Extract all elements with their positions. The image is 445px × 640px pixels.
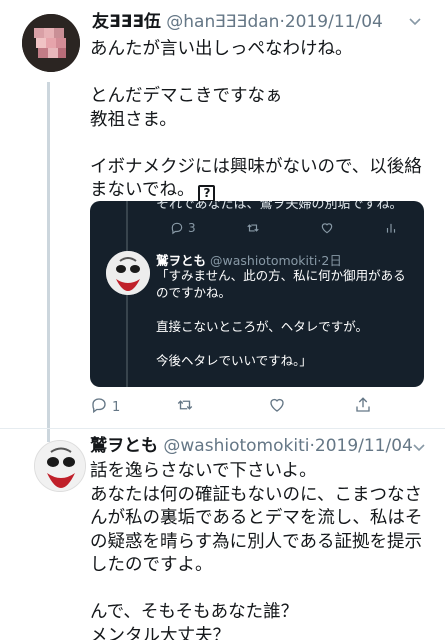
reply-icon: [90, 396, 108, 418]
share-button[interactable]: [354, 396, 372, 418]
timestamp[interactable]: 2019/11/04: [285, 12, 383, 32]
embed-retweet-icon: [246, 221, 260, 238]
tweet-action-bar: 1: [90, 396, 390, 420]
embed-cut-text: それであなたは、鷲ヲ夫婦の別垢ですね。: [156, 201, 403, 212]
unknown-emoji-glyph: ?: [198, 185, 216, 202]
tweet-header: 友ƎƎƎ伍 @hanƎƎƎdan·2019/11/04: [92, 12, 383, 32]
embed-text: 「すみません、此の方、私に何か御用があるのですかね。 直接こないところが、ヘタレ…: [156, 268, 406, 368]
tweet-text: あんたが言い出しっぺなわけね。 とんだデマこきですなぁ 教祖さま。 イボナメクジ…: [90, 39, 422, 202]
reply-count: 1: [112, 399, 121, 415]
embed-handle: @washiotomokiti: [210, 253, 318, 268]
handle[interactable]: @hanƎƎƎdan: [166, 12, 279, 32]
embed-analytics-icon: [384, 221, 398, 238]
display-name[interactable]: 鷲ヲとも: [90, 436, 158, 456]
heart-icon: [268, 396, 286, 418]
timestamp[interactable]: 2019/11/04: [315, 436, 413, 456]
embed-reply-icon: [170, 221, 184, 238]
embed-heart-icon: [320, 221, 334, 238]
share-icon: [354, 396, 372, 418]
embed-avatar: [106, 251, 150, 295]
avatar[interactable]: [22, 14, 80, 72]
tweet-header: 鷲ヲとも @washiotomokiti·2019/11/04: [90, 436, 413, 456]
thread-connector-line: [47, 82, 50, 442]
retweet-icon: [176, 396, 194, 418]
embed-reply-count: 3: [188, 221, 196, 235]
like-button[interactable]: [268, 396, 286, 418]
quoted-tweet-screenshot[interactable]: それであなたは、鷲ヲ夫婦の別垢ですね。 3 鷲ヲとも @washiotomoki…: [90, 201, 424, 387]
handle[interactable]: @washiotomokiti: [163, 436, 309, 456]
retweet-button[interactable]: [176, 396, 194, 418]
tweet-divider: [0, 428, 445, 429]
tweet-text: 話を逸らさないで下さいよ。 あなたは何の確証もないのに、こまつなさんが私の裏垢で…: [90, 461, 423, 640]
embed-date: 2日: [321, 253, 342, 268]
display-name[interactable]: 友ƎƎƎ伍: [92, 12, 161, 32]
avatar[interactable]: [34, 440, 86, 492]
chevron-down-icon[interactable]: [408, 15, 422, 31]
chevron-down-icon[interactable]: [412, 441, 426, 457]
embed-display-name: 鷲ヲとも: [156, 253, 207, 268]
reply-button[interactable]: 1: [90, 396, 120, 418]
